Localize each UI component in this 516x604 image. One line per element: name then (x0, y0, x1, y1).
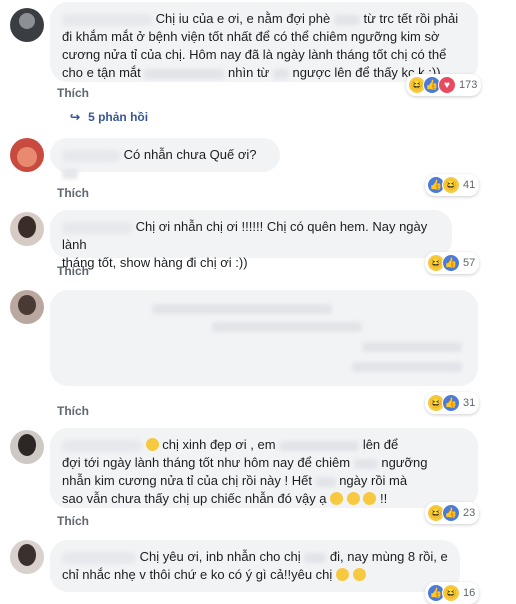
redacted-text (279, 440, 360, 451)
avatar[interactable] (10, 212, 44, 246)
like-button[interactable]: Thích (57, 404, 89, 418)
comment-bubble: Chị iu của e ơi, e nằm đợi phè từ trc tế… (50, 2, 478, 82)
redacted-text (333, 14, 360, 25)
like-button[interactable]: Thích (57, 186, 89, 200)
comment-text: đợi tới ngày lành tháng tốt như hôm nay … (62, 455, 351, 470)
kiss-emoji-icon (352, 568, 366, 581)
redacted-text (353, 458, 378, 469)
reaction-count: 41 (463, 179, 476, 191)
reply-arrow-icon: ↪ (70, 110, 81, 124)
smile-emoji-icon (145, 438, 159, 451)
comment-text: lên để (362, 437, 399, 452)
redacted-text (212, 322, 362, 332)
comment-text: nhìn từ (228, 65, 270, 80)
avatar[interactable] (10, 540, 44, 574)
comment-text: từ trc tết rồi phải (363, 11, 459, 26)
reaction-summary[interactable]: 😆 👍 23 (425, 502, 480, 524)
comment-text: cương nửa tỉ của chị. Hôm nay đã là ngày… (62, 47, 447, 62)
reaction-summary[interactable]: 😆 👍 31 (425, 392, 480, 414)
like-button[interactable]: Thích (57, 514, 89, 528)
comment-bubble: chị xinh đẹp ơi , em lên để đợi tới ngày… (50, 428, 478, 508)
like-reaction-icon: 👍 (442, 504, 460, 522)
comment-text: chỉ nhắc nhẹ v thôi chứ e ko có ý gì cả!… (62, 567, 333, 582)
reaction-count: 57 (463, 257, 476, 269)
redacted-text (144, 68, 225, 79)
comment-text: cho e tận mắt (62, 65, 141, 80)
redacted-text (272, 68, 289, 79)
redacted-text (315, 476, 336, 487)
avatar[interactable] (10, 290, 44, 324)
haha-reaction-icon: 😆 (442, 176, 460, 194)
like-reaction-icon: 👍 (442, 394, 460, 412)
redacted-text (304, 552, 327, 563)
comment-text: đi, nay mùng 8 rồi, e (329, 549, 448, 564)
redacted-text (62, 168, 78, 179)
redacted-text (352, 362, 462, 372)
author-name[interactable] (62, 149, 120, 162)
comment-text: Có nhẫn chưa Quế ơi? (123, 147, 257, 162)
love-reaction-icon: ♥ (438, 76, 456, 94)
like-reaction-icon: 👍 (442, 254, 460, 272)
comment-text: tháng tốt, show hàng đi chị ơi :)) (62, 255, 248, 270)
comment-text: đi khắm mắt ở bệnh viện tốt nhất để có t… (62, 29, 440, 44)
avatar[interactable] (10, 8, 44, 42)
author-name[interactable] (62, 439, 142, 452)
comment-bubble (50, 290, 478, 386)
comment-bubble: Chị ơi nhẫn chị ơi !!!!!! Chị có quên he… (50, 210, 452, 270)
comment-bubble: Chị yêu ơi, inb nhẫn cho chị đi, nay mùn… (50, 540, 460, 592)
author-name[interactable] (62, 13, 152, 26)
sweat-smile-emoji-icon (346, 492, 360, 505)
haha-reaction-icon: 😆 (442, 584, 460, 602)
avatar[interactable] (10, 138, 44, 172)
comment-text: Chị yêu ơi, inb nhẫn cho chị (139, 549, 301, 564)
author-name[interactable] (62, 221, 132, 234)
comment-bubble: Có nhẫn chưa Quế ơi? (50, 138, 280, 179)
heart-eyes-emoji-icon (335, 568, 349, 581)
redacted-text (362, 342, 462, 352)
laughing-emoji-icon (363, 492, 377, 505)
reaction-summary[interactable]: 👍 😆 16 (425, 582, 480, 604)
view-replies-link[interactable]: ↪ 5 phản hồi (70, 110, 148, 124)
like-button[interactable]: Thích (57, 264, 89, 278)
reaction-summary[interactable]: 😆 👍 57 (425, 252, 480, 274)
comment-text: ngày rồi mà (339, 473, 408, 488)
comment-text: !! (380, 491, 388, 506)
reaction-count: 31 (463, 397, 476, 409)
reaction-count: 23 (463, 507, 476, 519)
avatar[interactable] (10, 430, 44, 464)
comment-text: chị xinh đẹp ơi , em (162, 437, 276, 452)
laughing-emoji-icon (330, 492, 344, 505)
comment-text: Chị iu của e ơi, e nằm đợi phè (155, 11, 331, 26)
comment-text: nhẫn kim cương nửa tỉ của chị rồi này ! … (62, 473, 312, 488)
reaction-summary[interactable]: 😆 👍 ♥ 173 (406, 74, 482, 96)
replies-label: 5 phản hồi (88, 110, 149, 124)
like-button[interactable]: Thích (57, 86, 89, 100)
reaction-count: 173 (459, 79, 478, 91)
author-name[interactable] (62, 551, 136, 564)
reaction-summary[interactable]: 👍 😆 41 (425, 174, 480, 196)
comment-text: sao vẫn chưa thấy chị up chiếc nhẫn đó v… (62, 491, 327, 506)
reaction-count: 16 (463, 587, 476, 599)
comment-text: ngưỡng (381, 455, 428, 470)
redacted-text (152, 304, 332, 314)
